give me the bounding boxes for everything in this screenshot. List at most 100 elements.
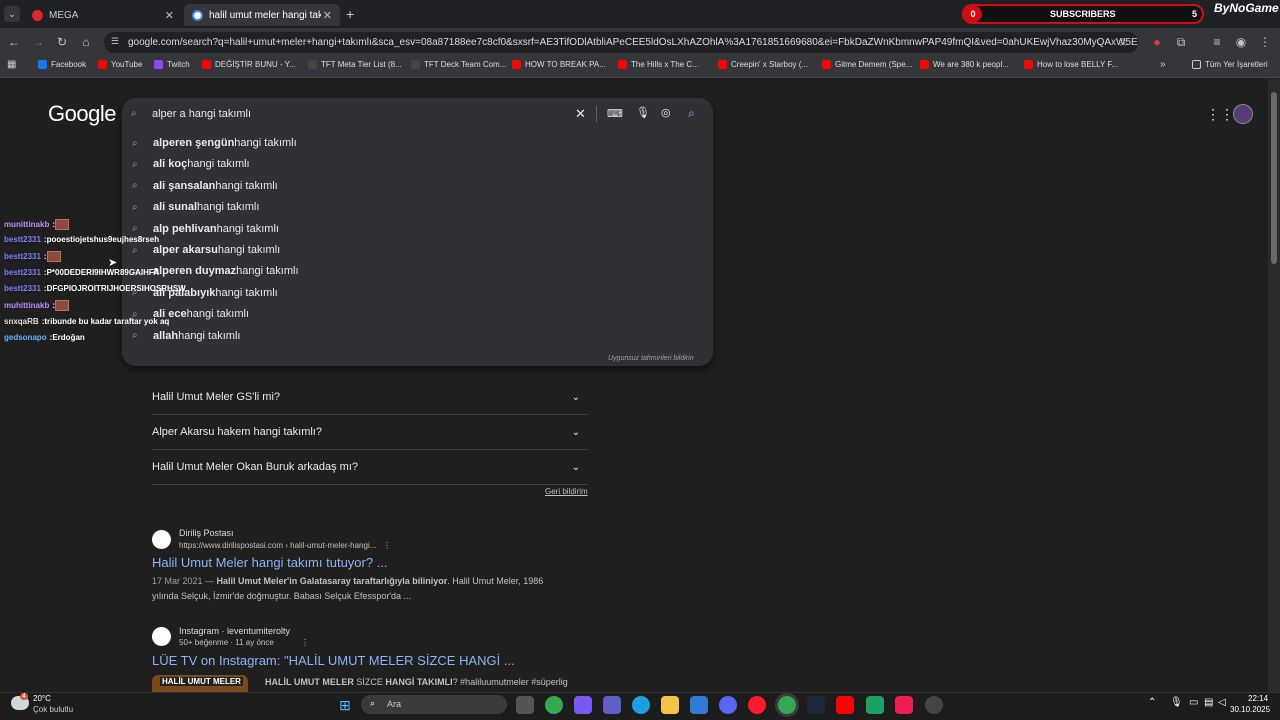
- steam-icon[interactable]: [807, 696, 825, 714]
- search-input[interactable]: alper a hangi takımlı: [152, 108, 251, 120]
- all-bookmarks[interactable]: Tüm Yer İşaretleri: [1192, 60, 1268, 69]
- game-app-icon[interactable]: [866, 696, 884, 714]
- tab-mega[interactable]: MEGA ✕: [24, 4, 182, 26]
- suggestion-item[interactable]: ⌕ ali şansalan hangi takımlı: [132, 180, 278, 192]
- suggestion-item[interactable]: ⌕ allah hangi takımlı: [132, 330, 240, 342]
- file-explorer-icon[interactable]: [661, 696, 679, 714]
- chrome-active-icon[interactable]: [778, 696, 796, 714]
- bookmark-item[interactable]: The Hills x The C...: [618, 60, 699, 69]
- clock-time[interactable]: 22:14: [1248, 694, 1268, 703]
- forward-icon[interactable]: →: [29, 33, 47, 51]
- youtube-icon[interactable]: [836, 696, 854, 714]
- close-icon[interactable]: ✕: [323, 9, 332, 22]
- suggestion-item[interactable]: ⌕ alp pehlivan hangi takımlı: [132, 223, 279, 235]
- suggestion-item[interactable]: ⌕ alperen şengün hangi takımlı: [132, 137, 297, 149]
- bookmark-item[interactable]: We are 380 k peopl...: [920, 60, 1009, 69]
- back-icon[interactable]: ←: [5, 33, 23, 51]
- keyboard-icon[interactable]: ⌨: [607, 107, 623, 120]
- bookmark-label: Twitch: [167, 60, 190, 69]
- close-icon[interactable]: ✕: [165, 9, 174, 22]
- site-info-icon[interactable]: ☰: [111, 36, 119, 47]
- result-url[interactable]: https://www.dirilispostasi.com › halil-u…: [179, 541, 376, 550]
- chevron-down-icon: ⌄: [571, 391, 580, 403]
- media-control-icon[interactable]: ≡: [1208, 33, 1226, 51]
- network-icon[interactable]: ▤: [1204, 697, 1213, 708]
- account-avatar[interactable]: [1233, 104, 1253, 124]
- chevron-up-icon[interactable]: ⌃: [1148, 697, 1156, 708]
- search-icon: ⌕: [132, 201, 138, 213]
- suggestion-item[interactable]: ⌕ alper akarsu hangi takımlı: [132, 244, 280, 256]
- address-bar[interactable]: ☰ google.com/search?q=halil+umut+meler+h…: [104, 32, 1138, 53]
- bookmark-item[interactable]: Gitme Demem (Spe...: [822, 60, 912, 69]
- camera-lens-icon[interactable]: ◎: [661, 106, 671, 119]
- suggestion-item[interactable]: ⌕ ali koç hangi takımlı: [132, 158, 250, 170]
- menu-icon[interactable]: ⋮: [1256, 33, 1274, 51]
- bookmark-favicon-icon: [1024, 60, 1033, 69]
- scrollbar-thumb[interactable]: [1271, 92, 1277, 264]
- chat-text: Erdoğan: [52, 333, 85, 342]
- result-snippet: HALİL UMUT MELER SİZCE HANGİ TAKIMLI? #h…: [265, 675, 685, 690]
- chat-username: munittinakb: [4, 220, 50, 229]
- google-icon: [192, 9, 203, 21]
- result-more-icon[interactable]: ⋮: [383, 541, 391, 550]
- new-tab-button[interactable]: +: [346, 6, 354, 22]
- tiktok-icon[interactable]: [895, 696, 913, 714]
- google-logo[interactable]: Google: [48, 101, 116, 127]
- chrome-taskbar-icon[interactable]: [545, 696, 563, 714]
- reload-icon[interactable]: ↻: [53, 33, 71, 51]
- taskbar-search[interactable]: ⌕ Ara: [361, 695, 507, 714]
- chevron-down-icon: ⌄: [571, 426, 580, 438]
- task-view-icon[interactable]: [516, 696, 534, 714]
- google-apps-icon[interactable]: ⋮⋮: [1206, 106, 1234, 123]
- tab-search-button[interactable]: ⌄: [4, 6, 20, 22]
- chat-message: bestt2331: pooestiojetshus9eujhes8rseh: [4, 235, 159, 244]
- bookmark-item[interactable]: TFT Deck Team Com...: [411, 60, 506, 69]
- opera-icon[interactable]: [748, 696, 766, 714]
- tab-google-search[interactable]: halil umut meler hangi takımlı - ✕: [184, 4, 340, 26]
- chat-emote: [55, 300, 70, 311]
- result-title[interactable]: Halil Umut Meler hangi takımı tutuyor? .…: [152, 555, 388, 570]
- mail-icon[interactable]: [690, 696, 708, 714]
- microphone-tray-icon[interactable]: 🎙: [1170, 697, 1183, 708]
- bookmark-item[interactable]: How to lose BELLY F...: [1024, 60, 1118, 69]
- bookmark-star-icon[interactable]: ☆: [1114, 33, 1132, 51]
- copilot-icon[interactable]: [574, 696, 592, 714]
- bookmark-item[interactable]: TFT Meta Tier List (8...: [308, 60, 402, 69]
- search-submit-icon[interactable]: ⌕: [688, 106, 695, 121]
- clock-date[interactable]: 30.10.2025: [1230, 705, 1270, 714]
- snippet-text: SİZCE: [353, 677, 386, 687]
- result-more-icon[interactable]: ⋮: [301, 638, 309, 647]
- bookmark-item[interactable]: YouTube: [98, 60, 142, 69]
- bookmark-item[interactable]: Facebook: [38, 60, 86, 69]
- clear-search-icon[interactable]: ✕: [575, 106, 586, 122]
- start-menu-icon[interactable]: ⊞: [336, 696, 354, 714]
- result-thumbnail[interactable]: HALİL UMUT MELER: [152, 675, 248, 692]
- report-predictions-link[interactable]: Uygunsuz tahminleri bildirin: [608, 355, 694, 362]
- faq-item[interactable]: Halil Umut Meler Okan Buruk arkadaş mı? …: [152, 450, 588, 485]
- feedback-link[interactable]: Geri bildirim: [545, 487, 588, 496]
- microphone-icon[interactable]: 🎙: [636, 106, 650, 119]
- search-icon: ⌕: [132, 223, 138, 235]
- search-icon: ⌕: [132, 137, 138, 149]
- bookmark-item[interactable]: DEĞİŞTİR BUNU - Y...: [202, 60, 296, 69]
- apps-grid-icon[interactable]: ▦: [7, 59, 16, 70]
- teams-icon[interactable]: [603, 696, 621, 714]
- bookmark-item[interactable]: Creepin' x Starboy (...: [718, 60, 808, 69]
- bookmark-item[interactable]: HOW TO BREAK PA...: [512, 60, 606, 69]
- settings-icon[interactable]: [925, 696, 943, 714]
- bookmark-item[interactable]: Twitch: [154, 60, 190, 69]
- faq-item[interactable]: Alper Akarsu hakem hangi takımlı? ⌄: [152, 415, 588, 450]
- extension-red-icon[interactable]: ●: [1148, 33, 1166, 51]
- extensions-puzzle-icon[interactable]: ⧉: [1172, 33, 1190, 51]
- edge-icon[interactable]: [632, 696, 650, 714]
- result-title[interactable]: LÜE TV on Instagram: "HALİL UMUT MELER S…: [152, 653, 515, 668]
- tab-label: MEGA: [49, 9, 79, 21]
- home-icon[interactable]: ⌂: [77, 33, 95, 51]
- more-bookmarks-icon[interactable]: »: [1160, 59, 1166, 70]
- display-icon[interactable]: ▭: [1189, 697, 1198, 708]
- volume-icon[interactable]: ◁: [1218, 697, 1226, 708]
- faq-item[interactable]: Halil Umut Meler GS'li mi? ⌄: [152, 380, 588, 415]
- profile-avatar[interactable]: ◉: [1232, 33, 1250, 51]
- discord-icon[interactable]: [719, 696, 737, 714]
- suggestion-item[interactable]: ⌕ ali sunal hangi takımlı: [132, 201, 259, 213]
